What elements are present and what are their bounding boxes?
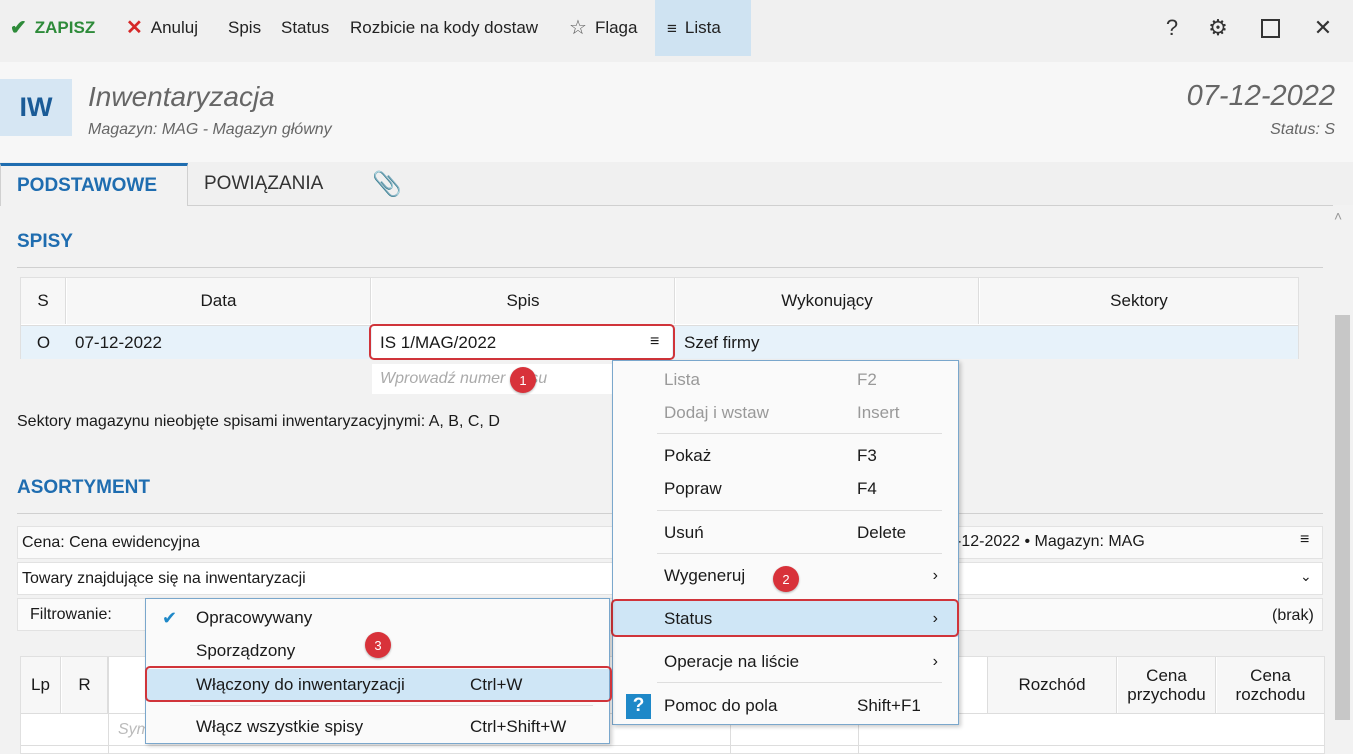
menu-item-dodaj[interactable]: Dodaj i wstaw Insert	[613, 397, 958, 429]
hamburger-icon: ≡	[667, 18, 677, 38]
column-header[interactable]: Rozchód	[987, 657, 1117, 713]
menu-separator	[190, 705, 593, 706]
maximize-icon[interactable]	[1250, 0, 1290, 56]
tab-podstawowe[interactable]: PODSTAWOWE	[0, 163, 188, 206]
menu-item-lista[interactable]: Lista F2	[613, 364, 958, 396]
price-label: Cena: Cena ewidencyjna	[22, 533, 200, 551]
document-status: Status: S	[1270, 121, 1335, 138]
close-window-icon[interactable]: ✕	[1303, 0, 1343, 56]
menu-item-pomoc[interactable]: ? Pomoc do pola Shift+F1	[613, 690, 958, 722]
column-header[interactable]: Data	[67, 278, 371, 324]
column-header[interactable]: Spis	[372, 278, 675, 324]
scroll-up-icon[interactable]: ˄	[1334, 208, 1342, 224]
menu-separator	[657, 510, 942, 511]
warehouse-subtitle: Magazyn: MAG - Magazyn główny	[88, 121, 332, 138]
menu-separator	[657, 433, 942, 434]
paperclip-icon[interactable]: 📎	[356, 163, 418, 205]
menu-item-popraw[interactable]: Popraw F4	[613, 473, 958, 505]
menu-separator	[657, 682, 942, 683]
menu-item-pokaz[interactable]: Pokaż F3	[613, 440, 958, 472]
save-button[interactable]: ✔ ZAPISZ	[10, 0, 95, 56]
date-cell[interactable]: 07-12-2022	[67, 326, 371, 360]
menu-item-usun[interactable]: Usuń Delete	[613, 517, 958, 549]
highlight-box	[369, 324, 675, 360]
chevron-right-icon: ›	[932, 653, 938, 670]
document-date: 07-12-2022	[1186, 80, 1335, 112]
toolbar: ✔ ZAPISZ ✕ Anuluj Spis Status Rozbicie n…	[0, 0, 1353, 56]
callout-badge: 3	[365, 632, 391, 658]
document-title: Inwentaryzacja	[88, 81, 275, 112]
tab-powiazania[interactable]: POWIĄZANIA	[188, 163, 339, 205]
menu-item-operacje[interactable]: Operacje na liście ›	[613, 646, 958, 678]
spisy-section-title: SPISY	[17, 231, 73, 252]
chevron-down-icon[interactable]: ⌄	[1300, 568, 1312, 585]
chevron-right-icon: ›	[932, 567, 938, 584]
menu-separator	[657, 553, 942, 554]
grid-line	[21, 745, 1324, 746]
close-x-icon: ✕	[126, 17, 143, 39]
status-button[interactable]: Status	[281, 0, 329, 56]
sectors-cell[interactable]	[980, 326, 1298, 360]
column-header[interactable]: R	[62, 657, 108, 713]
column-header[interactable]: Wykonujący	[676, 278, 979, 324]
callout-badge: 1	[510, 367, 536, 393]
star-icon: ☆	[569, 17, 587, 39]
cancel-button[interactable]: ✕ Anuluj	[126, 0, 198, 56]
column-header[interactable]: S	[21, 278, 66, 324]
settings-gear-icon[interactable]: ⚙	[1198, 0, 1238, 56]
new-spis-placeholder[interactable]: Wprowadź numer spisu	[372, 364, 612, 394]
checkmark-icon: ✔	[10, 17, 27, 39]
checkmark-icon: ✔	[162, 607, 178, 628]
spis-button[interactable]: Spis	[228, 0, 261, 56]
document-type-badge: IW	[0, 79, 72, 136]
flag-button[interactable]: ☆ Flaga	[569, 0, 637, 56]
split-codes-button[interactable]: Rozbicie na kody dostaw	[350, 0, 538, 56]
grid-line	[108, 657, 109, 754]
help-button[interactable]: ?	[1152, 0, 1192, 56]
submenu-item-opracowywany[interactable]: ✔ Opracowywany	[146, 602, 609, 634]
column-header[interactable]: Lp	[21, 657, 61, 713]
sectors-note: Sektory magazynu nieobjęte spisami inwen…	[17, 413, 500, 430]
column-header[interactable]: Sektory	[980, 278, 1298, 324]
submenu-item-wlacz-wszystkie[interactable]: Włącz wszystkie spisy Ctrl+Shift+W	[146, 711, 609, 743]
scrollbar-thumb[interactable]	[1335, 315, 1350, 720]
status-cell[interactable]: O	[21, 326, 66, 360]
executor-cell[interactable]: Szef firmy	[676, 326, 979, 360]
filter-value: (brak)	[1272, 607, 1314, 624]
list-button[interactable]: ≡ Lista	[655, 0, 751, 56]
divider	[17, 267, 1323, 268]
highlight-box	[145, 666, 612, 702]
callout-badge: 2	[773, 566, 799, 592]
asortyment-info: -12-2022 • Magazyn: MAG	[956, 533, 1145, 550]
highlight-box	[611, 599, 959, 637]
column-header[interactable]: Cena rozchodu	[1217, 657, 1324, 713]
help-question-icon: ?	[626, 693, 651, 719]
menu-icon[interactable]: ≡	[1300, 531, 1309, 549]
asortyment-section-title: ASORTYMENT	[17, 477, 150, 498]
column-header[interactable]: Cena przychodu	[1118, 657, 1216, 713]
context-menu: Lista F2 Dodaj i wstaw Insert Pokaż F3 Popr…	[612, 360, 959, 725]
